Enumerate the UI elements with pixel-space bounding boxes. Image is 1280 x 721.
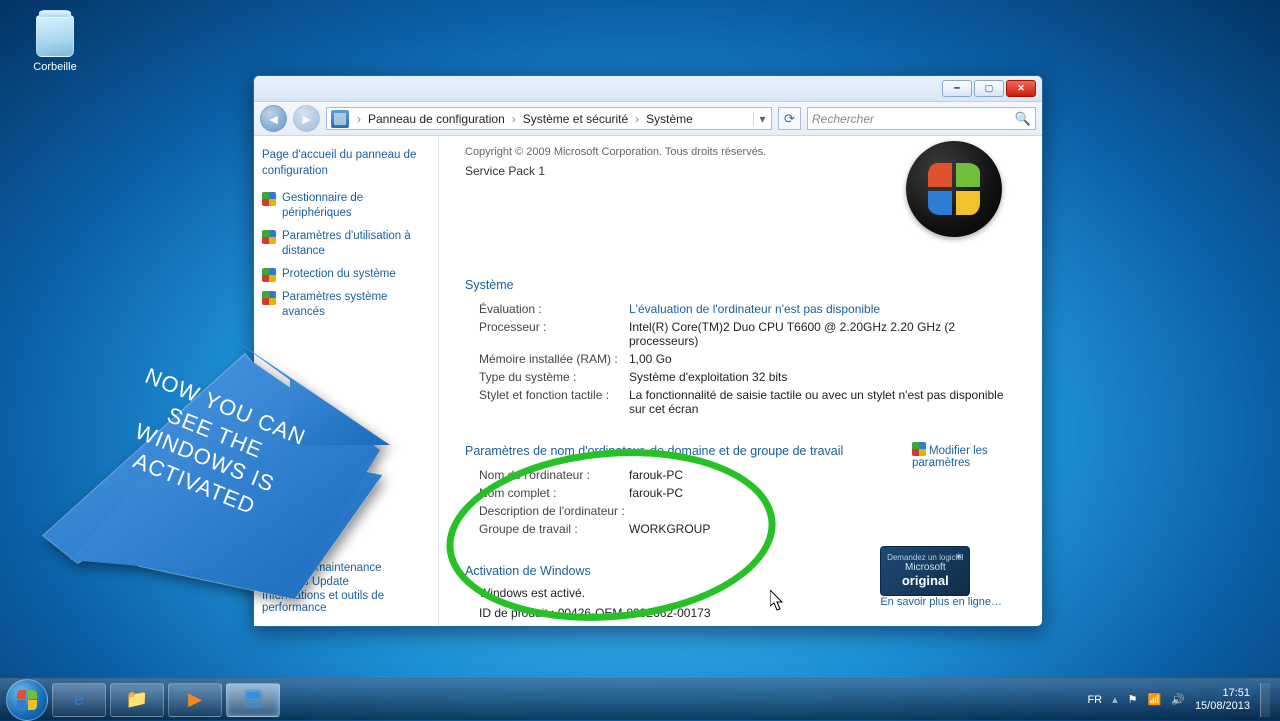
genuine-badge: Demandez un logiciel Microsoft original: [880, 546, 970, 596]
taskbar-item-media-player[interactable]: ▶: [168, 683, 222, 717]
taskbar-item-explorer[interactable]: 📁: [110, 683, 164, 717]
show-desktop-button[interactable]: [1260, 683, 1270, 717]
tray-action-center-icon[interactable]: ⚑: [1128, 693, 1138, 706]
see-also-action-center[interactable]: Centre de maintenance: [262, 562, 382, 574]
shield-icon: [262, 230, 276, 244]
tray-language[interactable]: FR: [1087, 694, 1102, 706]
shield-icon: [262, 291, 276, 305]
taskbar-item-ie[interactable]: e: [52, 683, 106, 717]
sidebar-see-also: Centre de maintenance Windows Update Inf…: [262, 561, 432, 615]
sidebar-item-protection[interactable]: Protection du système: [282, 267, 396, 282]
minimize-button[interactable]: ━: [942, 80, 972, 97]
navbar: ◄ ► › Panneau de configuration › Système…: [254, 102, 1042, 136]
touch-value: La fonctionnalité de saisie tactile ou a…: [629, 388, 1012, 416]
desktop-icon-label: Corbeille: [20, 61, 90, 73]
section-system-title: Système: [465, 278, 1012, 292]
processor-value: Intel(R) Core(TM)2 Duo CPU T6600 @ 2.20G…: [629, 320, 1012, 348]
genuine-badge-area: Demandez un logiciel Microsoft original …: [880, 546, 1002, 608]
breadcrumb-root[interactable]: Panneau de configuration: [365, 112, 508, 126]
maximize-button[interactable]: ▢: [974, 80, 1004, 97]
ram-value: 1,00 Go: [629, 352, 1012, 366]
folder-icon: 📁: [126, 689, 148, 710]
search-icon: 🔍: [1015, 111, 1031, 127]
search-input[interactable]: [812, 112, 1011, 126]
tray-chevron-icon[interactable]: ▴: [1112, 693, 1118, 706]
system-properties-window: ━ ▢ ✕ ◄ ► › Panneau de configuration › S…: [253, 75, 1043, 627]
sidebar-item-device-manager[interactable]: Gestionnaire de périphériques: [282, 191, 430, 221]
product-id: ID de produit : 00426-OEM-8992662-00173: [479, 606, 1012, 620]
sidebar: Page d'accueil du panneau de configurati…: [254, 136, 439, 626]
media-player-icon: ▶: [188, 689, 202, 710]
windows-orb-logo: [906, 141, 1002, 237]
nav-forward-button[interactable]: ►: [293, 105, 320, 132]
desktop-icon-recycle-bin[interactable]: Corbeille: [20, 15, 90, 73]
breadcrumb-leaf[interactable]: Système: [643, 112, 696, 126]
shield-icon: [262, 192, 276, 206]
start-button[interactable]: [6, 679, 48, 721]
content-pane[interactable]: Copyright © 2009 Microsoft Corporation. …: [439, 136, 1042, 626]
tray-clock[interactable]: 17:51 15/08/2013: [1195, 687, 1250, 712]
taskbar: e 📁 ▶ 🖥 FR ▴ ⚑ 📶 🔊 17:51 15/08/2013: [0, 678, 1280, 720]
full-name-value: farouk-PC: [629, 486, 1012, 500]
tray-network-icon[interactable]: 📶: [1148, 693, 1162, 706]
workgroup-value: WORKGROUP: [629, 522, 1012, 536]
control-panel-icon: 🖥: [242, 689, 265, 710]
computer-name-value: farouk-PC: [629, 468, 1012, 482]
tray-volume-icon[interactable]: 🔊: [1171, 693, 1185, 706]
ie-icon: e: [74, 689, 84, 710]
search-box[interactable]: 🔍: [807, 107, 1036, 130]
shield-icon: [262, 268, 276, 282]
modify-settings-link[interactable]: Modifier les paramètres: [912, 441, 1002, 469]
evaluation-link[interactable]: L'évaluation de l'ordinateur n'est pas d…: [629, 302, 880, 316]
refresh-button[interactable]: ⟳: [778, 107, 801, 130]
sidebar-item-advanced[interactable]: Paramètres système avancés: [282, 290, 430, 320]
breadcrumb-dropdown[interactable]: ▾: [753, 112, 771, 126]
nav-back-button[interactable]: ◄: [260, 105, 287, 132]
taskbar-item-control-panel[interactable]: 🖥: [226, 683, 280, 717]
description-value: [629, 504, 1012, 518]
titlebar[interactable]: ━ ▢ ✕: [254, 76, 1042, 102]
breadcrumb[interactable]: › Panneau de configuration › Système et …: [326, 107, 772, 130]
breadcrumb-mid[interactable]: Système et sécurité: [520, 112, 631, 126]
close-button[interactable]: ✕: [1006, 80, 1036, 97]
control-panel-icon: [331, 110, 349, 128]
system-tray: FR ▴ ⚑ 📶 🔊 17:51 15/08/2013: [1087, 683, 1274, 717]
shield-icon: [912, 442, 926, 456]
sidebar-item-remote[interactable]: Paramètres d'utilisation à distance: [282, 229, 430, 259]
sidebar-home-link[interactable]: Page d'accueil du panneau de configurati…: [262, 148, 430, 179]
see-also-windows-update[interactable]: Windows Update: [262, 576, 349, 588]
learn-more-link[interactable]: En savoir plus en ligne…: [880, 596, 1002, 608]
see-also-perf-info[interactable]: Informations et outils de performance: [262, 590, 384, 614]
recycle-bin-icon: [36, 15, 74, 57]
system-type-value: Système d'exploitation 32 bits: [629, 370, 1012, 384]
